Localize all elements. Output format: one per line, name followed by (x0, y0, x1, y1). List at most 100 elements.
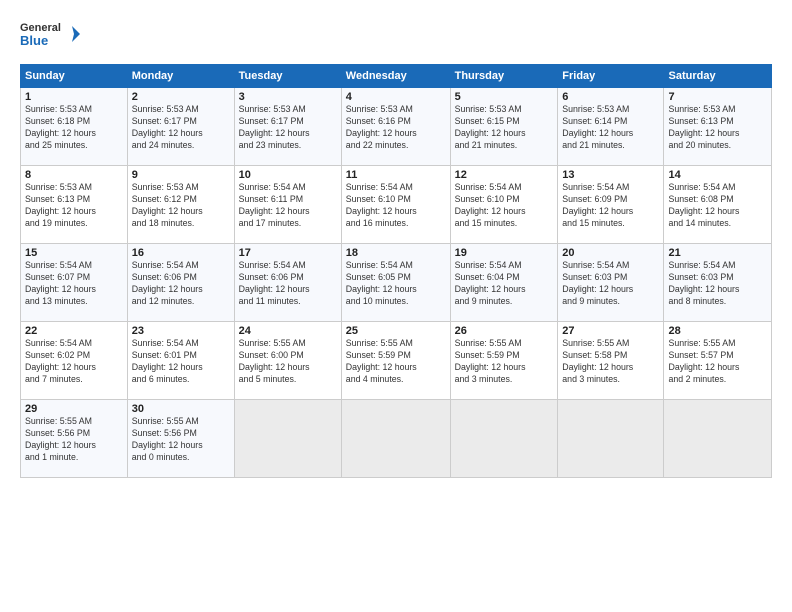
week-row-5: 29Sunrise: 5:55 AMSunset: 5:56 PMDayligh… (21, 400, 772, 478)
logo-svg: General Blue (20, 18, 80, 54)
calendar-table: SundayMondayTuesdayWednesdayThursdayFrid… (20, 64, 772, 478)
day-number: 23 (132, 325, 230, 337)
calendar-cell: 18Sunrise: 5:54 AMSunset: 6:05 PMDayligh… (341, 244, 450, 322)
calendar-cell: 7Sunrise: 5:53 AMSunset: 6:13 PMDaylight… (664, 88, 772, 166)
calendar-cell: 3Sunrise: 5:53 AMSunset: 6:17 PMDaylight… (234, 88, 341, 166)
weekday-header-row: SundayMondayTuesdayWednesdayThursdayFrid… (21, 65, 772, 88)
day-number: 8 (25, 169, 123, 181)
calendar-cell: 24Sunrise: 5:55 AMSunset: 6:00 PMDayligh… (234, 322, 341, 400)
calendar-cell: 14Sunrise: 5:54 AMSunset: 6:08 PMDayligh… (664, 166, 772, 244)
day-info: Sunrise: 5:54 AMSunset: 6:07 PMDaylight:… (25, 260, 123, 308)
day-info: Sunrise: 5:53 AMSunset: 6:13 PMDaylight:… (25, 182, 123, 230)
week-row-3: 15Sunrise: 5:54 AMSunset: 6:07 PMDayligh… (21, 244, 772, 322)
day-info: Sunrise: 5:54 AMSunset: 6:03 PMDaylight:… (668, 260, 767, 308)
day-info: Sunrise: 5:54 AMSunset: 6:09 PMDaylight:… (562, 182, 659, 230)
weekday-sunday: Sunday (21, 65, 128, 88)
calendar-cell: 6Sunrise: 5:53 AMSunset: 6:14 PMDaylight… (558, 88, 664, 166)
calendar-cell (558, 400, 664, 478)
day-number: 4 (346, 91, 446, 103)
svg-text:Blue: Blue (20, 33, 48, 48)
day-info: Sunrise: 5:54 AMSunset: 6:05 PMDaylight:… (346, 260, 446, 308)
day-number: 21 (668, 247, 767, 259)
day-info: Sunrise: 5:53 AMSunset: 6:16 PMDaylight:… (346, 104, 446, 152)
calendar-cell: 28Sunrise: 5:55 AMSunset: 5:57 PMDayligh… (664, 322, 772, 400)
day-number: 26 (455, 325, 554, 337)
calendar-cell (664, 400, 772, 478)
weekday-monday: Monday (127, 65, 234, 88)
weekday-wednesday: Wednesday (341, 65, 450, 88)
day-info: Sunrise: 5:54 AMSunset: 6:04 PMDaylight:… (455, 260, 554, 308)
day-number: 25 (346, 325, 446, 337)
day-number: 10 (239, 169, 337, 181)
calendar-cell (341, 400, 450, 478)
day-number: 6 (562, 91, 659, 103)
calendar-cell: 16Sunrise: 5:54 AMSunset: 6:06 PMDayligh… (127, 244, 234, 322)
logo: General Blue (20, 18, 80, 54)
day-number: 15 (25, 247, 123, 259)
calendar-cell: 25Sunrise: 5:55 AMSunset: 5:59 PMDayligh… (341, 322, 450, 400)
calendar-cell: 4Sunrise: 5:53 AMSunset: 6:16 PMDaylight… (341, 88, 450, 166)
day-info: Sunrise: 5:55 AMSunset: 5:56 PMDaylight:… (25, 416, 123, 464)
day-number: 18 (346, 247, 446, 259)
week-row-4: 22Sunrise: 5:54 AMSunset: 6:02 PMDayligh… (21, 322, 772, 400)
day-info: Sunrise: 5:55 AMSunset: 5:58 PMDaylight:… (562, 338, 659, 386)
calendar-cell: 17Sunrise: 5:54 AMSunset: 6:06 PMDayligh… (234, 244, 341, 322)
day-info: Sunrise: 5:53 AMSunset: 6:17 PMDaylight:… (132, 104, 230, 152)
calendar-cell: 19Sunrise: 5:54 AMSunset: 6:04 PMDayligh… (450, 244, 558, 322)
day-number: 28 (668, 325, 767, 337)
day-number: 5 (455, 91, 554, 103)
week-row-2: 8Sunrise: 5:53 AMSunset: 6:13 PMDaylight… (21, 166, 772, 244)
day-info: Sunrise: 5:55 AMSunset: 6:00 PMDaylight:… (239, 338, 337, 386)
day-info: Sunrise: 5:54 AMSunset: 6:11 PMDaylight:… (239, 182, 337, 230)
day-info: Sunrise: 5:54 AMSunset: 6:08 PMDaylight:… (668, 182, 767, 230)
day-number: 22 (25, 325, 123, 337)
day-number: 3 (239, 91, 337, 103)
calendar-cell: 10Sunrise: 5:54 AMSunset: 6:11 PMDayligh… (234, 166, 341, 244)
day-number: 13 (562, 169, 659, 181)
day-info: Sunrise: 5:53 AMSunset: 6:18 PMDaylight:… (25, 104, 123, 152)
calendar-cell: 5Sunrise: 5:53 AMSunset: 6:15 PMDaylight… (450, 88, 558, 166)
calendar-cell: 23Sunrise: 5:54 AMSunset: 6:01 PMDayligh… (127, 322, 234, 400)
day-info: Sunrise: 5:54 AMSunset: 6:10 PMDaylight:… (455, 182, 554, 230)
day-info: Sunrise: 5:53 AMSunset: 6:17 PMDaylight:… (239, 104, 337, 152)
day-number: 24 (239, 325, 337, 337)
calendar-page: General Blue SundayMondayTuesdayWednesda… (0, 0, 792, 612)
day-info: Sunrise: 5:54 AMSunset: 6:06 PMDaylight:… (239, 260, 337, 308)
day-info: Sunrise: 5:54 AMSunset: 6:03 PMDaylight:… (562, 260, 659, 308)
day-number: 16 (132, 247, 230, 259)
day-info: Sunrise: 5:55 AMSunset: 5:59 PMDaylight:… (346, 338, 446, 386)
day-number: 1 (25, 91, 123, 103)
day-info: Sunrise: 5:53 AMSunset: 6:12 PMDaylight:… (132, 182, 230, 230)
week-row-1: 1Sunrise: 5:53 AMSunset: 6:18 PMDaylight… (21, 88, 772, 166)
day-info: Sunrise: 5:55 AMSunset: 5:59 PMDaylight:… (455, 338, 554, 386)
day-number: 17 (239, 247, 337, 259)
weekday-tuesday: Tuesday (234, 65, 341, 88)
day-info: Sunrise: 5:53 AMSunset: 6:13 PMDaylight:… (668, 104, 767, 152)
calendar-cell: 2Sunrise: 5:53 AMSunset: 6:17 PMDaylight… (127, 88, 234, 166)
calendar-cell: 20Sunrise: 5:54 AMSunset: 6:03 PMDayligh… (558, 244, 664, 322)
weekday-saturday: Saturday (664, 65, 772, 88)
calendar-cell (450, 400, 558, 478)
calendar-cell: 29Sunrise: 5:55 AMSunset: 5:56 PMDayligh… (21, 400, 128, 478)
day-info: Sunrise: 5:54 AMSunset: 6:01 PMDaylight:… (132, 338, 230, 386)
calendar-cell: 11Sunrise: 5:54 AMSunset: 6:10 PMDayligh… (341, 166, 450, 244)
calendar-cell: 13Sunrise: 5:54 AMSunset: 6:09 PMDayligh… (558, 166, 664, 244)
day-number: 27 (562, 325, 659, 337)
day-number: 12 (455, 169, 554, 181)
day-info: Sunrise: 5:53 AMSunset: 6:14 PMDaylight:… (562, 104, 659, 152)
calendar-cell: 22Sunrise: 5:54 AMSunset: 6:02 PMDayligh… (21, 322, 128, 400)
calendar-cell: 26Sunrise: 5:55 AMSunset: 5:59 PMDayligh… (450, 322, 558, 400)
day-number: 30 (132, 403, 230, 415)
day-number: 19 (455, 247, 554, 259)
calendar-cell (234, 400, 341, 478)
calendar-cell: 1Sunrise: 5:53 AMSunset: 6:18 PMDaylight… (21, 88, 128, 166)
calendar-cell: 15Sunrise: 5:54 AMSunset: 6:07 PMDayligh… (21, 244, 128, 322)
day-info: Sunrise: 5:55 AMSunset: 5:57 PMDaylight:… (668, 338, 767, 386)
day-info: Sunrise: 5:55 AMSunset: 5:56 PMDaylight:… (132, 416, 230, 464)
day-number: 11 (346, 169, 446, 181)
day-number: 29 (25, 403, 123, 415)
day-number: 9 (132, 169, 230, 181)
day-number: 2 (132, 91, 230, 103)
day-info: Sunrise: 5:54 AMSunset: 6:06 PMDaylight:… (132, 260, 230, 308)
calendar-cell: 21Sunrise: 5:54 AMSunset: 6:03 PMDayligh… (664, 244, 772, 322)
